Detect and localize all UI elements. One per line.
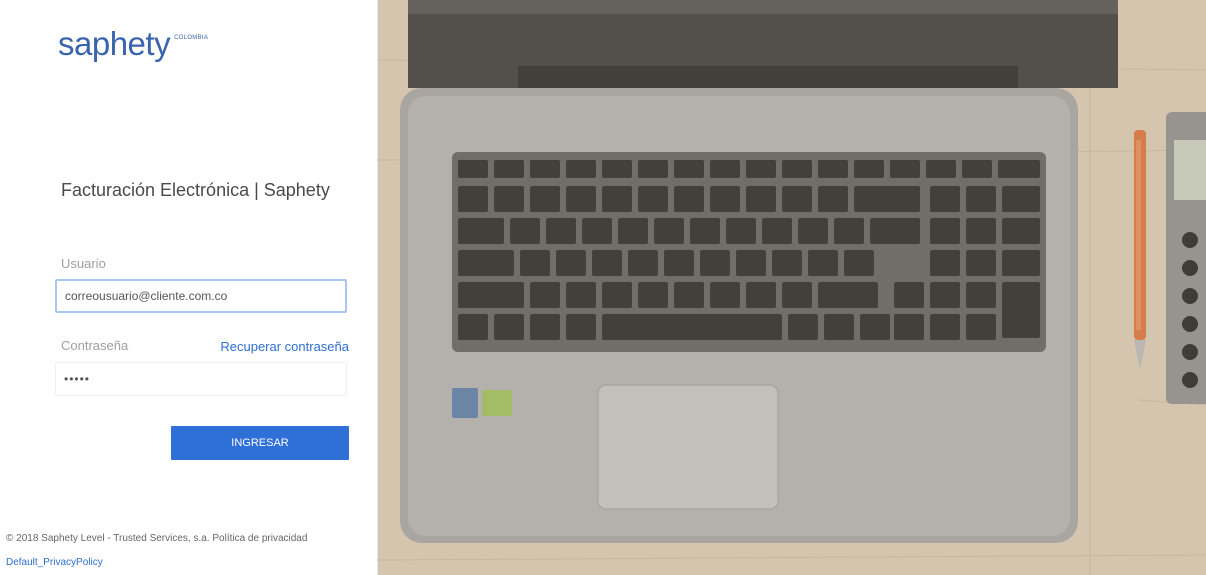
logo-country: COLOMBIA [174, 35, 209, 41]
password-input[interactable] [55, 362, 347, 396]
hero-image [378, 0, 1206, 575]
laptop-photo [378, 0, 1206, 575]
login-button[interactable]: INGRESAR [171, 426, 349, 460]
logo-wordmark: saphety [58, 25, 171, 62]
password-label: Contraseña [61, 338, 129, 353]
recover-password-link[interactable]: Recuperar contraseña [220, 339, 349, 354]
username-input[interactable] [55, 279, 347, 313]
page-title: Facturación Electrónica | Saphety [61, 180, 330, 200]
username-label: Usuario [61, 256, 106, 271]
privacy-policy-link[interactable]: Default_PrivacyPolicy [6, 557, 103, 568]
login-panel: saphety COLOMBIA Facturación Electrónica… [0, 0, 378, 575]
saphety-logo: saphety COLOMBIA [58, 24, 208, 64]
footer-copyright: © 2018 Saphety Level - Trusted Services,… [6, 533, 308, 544]
